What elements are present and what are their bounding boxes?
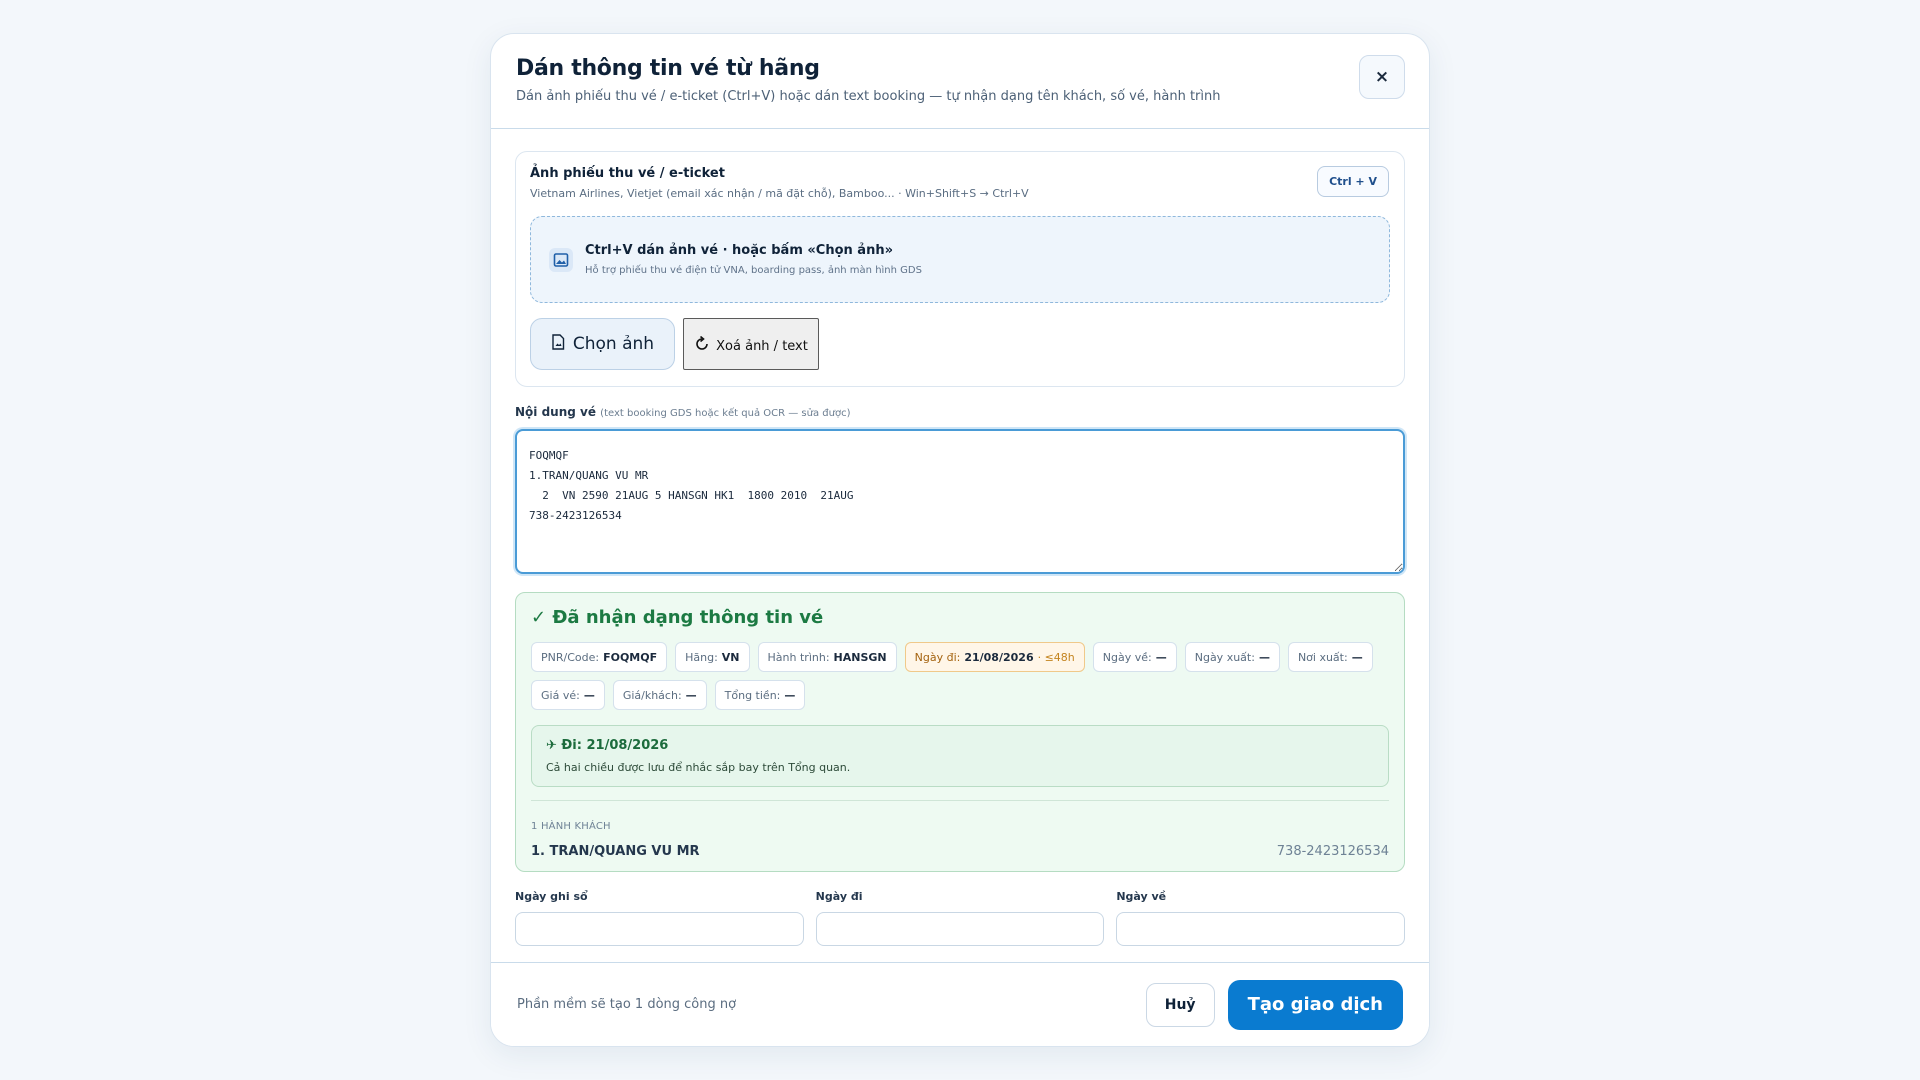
recognition-result-card: ✓ Đã nhận dạng thông tin vé PNR/Code: FOQ… xyxy=(515,592,1405,872)
flight-depart-title: ✈ Đi: 21/08/2026 xyxy=(546,738,669,753)
image-upload-card: Ảnh phiếu thu vé / e-ticket Vietnam Airl… xyxy=(515,151,1405,387)
dialog-title: Dán thông tin vé từ hãng xyxy=(516,56,820,81)
close-icon: × xyxy=(1374,67,1390,87)
return-date-label: Ngày về xyxy=(1116,890,1167,903)
return-date-field: Ngày về xyxy=(1116,890,1406,946)
image-dropzone[interactable]: Ctrl+V dán ảnh vé · hoặc bấm «Chọn ảnh» … xyxy=(530,216,1390,303)
dialog-footer: Phần mềm sẽ tạo 1 dòng công nợ Huỷ Tạo g… xyxy=(491,962,1429,1046)
cancel-button[interactable]: Huỷ xyxy=(1145,982,1215,1027)
chip-pnr: PNR/Code: FOQMQF xyxy=(531,642,668,672)
upload-actions: Chọn ảnh Xoá ảnh / text xyxy=(530,318,1390,370)
passenger-ticket-number: 738-2423126534 xyxy=(1276,844,1389,859)
booking-date-label: Ngày ghi sổ xyxy=(515,890,588,903)
ticket-content-hint: (text booking GDS hoặc kết quả OCR — sửa… xyxy=(600,408,851,419)
chip-price-per-pax: Giá/khách: — xyxy=(612,680,707,710)
create-transaction-button[interactable]: Tạo giao dịch xyxy=(1227,979,1403,1030)
chip-airline: Hãng: VN xyxy=(675,642,750,672)
chip-issue-place: Nơi xuất: — xyxy=(1287,642,1373,672)
booking-date-field: Ngày ghi sổ xyxy=(515,890,804,946)
ticket-info-chips: PNR/Code: FOQMQF Hãng: VN Hành trình: HANSG… xyxy=(531,642,1389,710)
refresh-icon xyxy=(694,335,710,356)
chip-route: Hành trình: HANSGN xyxy=(757,642,897,672)
recognition-title: ✓ Đã nhận dạng thông tin vé xyxy=(531,607,824,628)
file-image-icon xyxy=(551,333,565,355)
depart-date-label: Ngày đi xyxy=(815,890,863,903)
flight-summary: ✈ Đi: 21/08/2026 Cả hai chiều được lưu đ… xyxy=(531,725,1389,787)
image-icon xyxy=(549,247,573,272)
clear-label: Xoá ảnh / text xyxy=(716,338,808,354)
dialog-body: Ảnh phiếu thu vé / e-ticket Vietnam Airl… xyxy=(491,129,1429,960)
ticket-paste-dialog: Dán thông tin vé từ hãng Dán ảnh phiếu t… xyxy=(490,33,1430,1047)
divider xyxy=(531,800,1389,801)
dropzone-subtitle: Hỗ trợ phiếu thu vé điện tử VNA, boardin… xyxy=(585,265,922,276)
depart-date-field: Ngày đi xyxy=(815,890,1105,946)
ticket-content-textarea[interactable]: FOQMQF 1.TRAN/QUANG VU MR 2 VN 2590 21AU… xyxy=(515,429,1405,574)
booking-date-input[interactable] xyxy=(515,912,804,946)
chip-total: Tổng tiền: — xyxy=(714,680,806,710)
ticket-content-label: Nội dung vé (text booking GDS hoặc kết q… xyxy=(515,405,1405,419)
paste-shortcut-badge: Ctrl + V xyxy=(1317,166,1389,197)
chip-fare: Giá vé: — xyxy=(531,680,605,710)
clear-image-text-button[interactable]: Xoá ảnh / text xyxy=(683,318,819,370)
close-button[interactable]: × xyxy=(1359,55,1405,99)
dialog-header: Dán thông tin vé từ hãng Dán ảnh phiếu t… xyxy=(491,34,1429,129)
depart-date-input[interactable] xyxy=(815,912,1105,946)
choose-image-label: Chọn ảnh xyxy=(572,334,655,354)
return-date-input[interactable] xyxy=(1116,912,1406,946)
chip-return-date: Ngày về: — xyxy=(1092,642,1177,672)
flight-note: Cả hai chiều được lưu để nhắc sắp bay tr… xyxy=(546,761,851,774)
passenger-count: 1 HÀNH KHÁCH xyxy=(531,821,611,832)
upload-subtitle: Vietnam Airlines, Vietjet (email xác nhậ… xyxy=(530,187,1029,200)
passenger-name: 1. TRAN/QUANG VU MR xyxy=(531,844,700,859)
chip-issue-date: Ngày xuất: — xyxy=(1184,642,1280,672)
passenger-row: 1. TRAN/QUANG VU MR 738-2423126534 xyxy=(531,844,1389,859)
choose-image-button[interactable]: Chọn ảnh xyxy=(530,318,675,370)
chip-depart-date: Ngày đi: 21/08/2026 · ≤48h xyxy=(904,642,1085,672)
ticket-content-label-text: Nội dung vé xyxy=(515,405,596,419)
footer-note: Phần mềm sẽ tạo 1 dòng công nợ xyxy=(517,997,737,1012)
dialog-subtitle: Dán ảnh phiếu thu vé / e-ticket (Ctrl+V)… xyxy=(516,89,1221,104)
upload-title: Ảnh phiếu thu vé / e-ticket xyxy=(530,166,725,181)
date-fields: Ngày ghi sổ Ngày đi Ngày về xyxy=(515,890,1406,946)
dropzone-title: Ctrl+V dán ảnh vé · hoặc bấm «Chọn ảnh» xyxy=(585,243,893,258)
